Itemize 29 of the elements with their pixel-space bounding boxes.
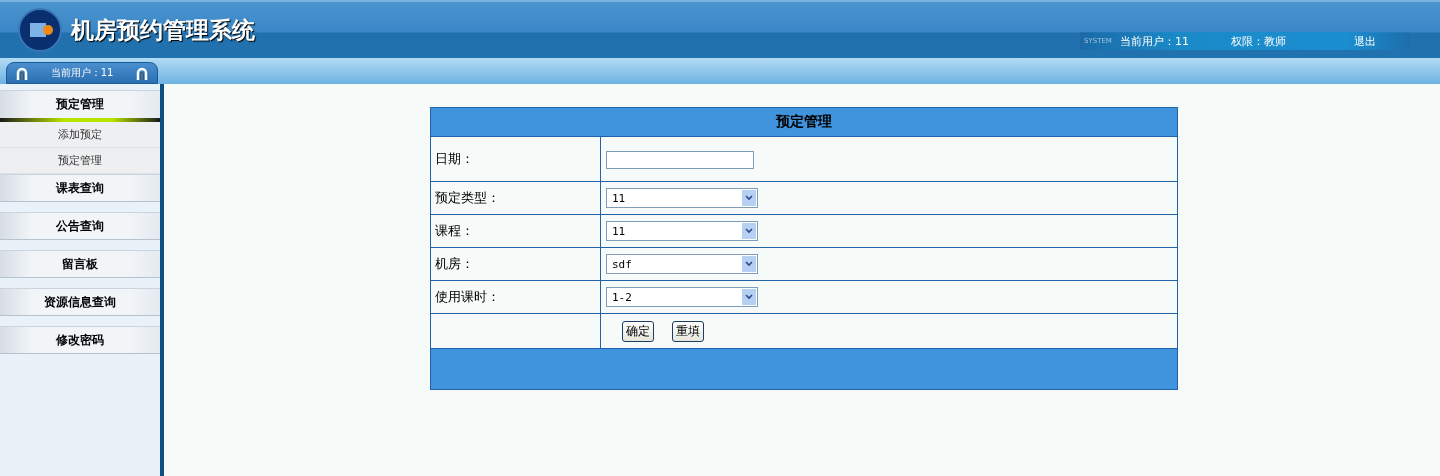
sidebar-group-header[interactable]: 预定管理 [0, 90, 160, 118]
form-button[interactable]: 重填 [672, 320, 704, 342]
current-user-text: 当前用户：11 [1119, 33, 1189, 49]
sidebar-item[interactable]: 添加预定 [0, 122, 160, 148]
sidebar-item[interactable]: 预定管理 [0, 148, 160, 174]
sidebar-group-header[interactable]: 课表查询 [0, 174, 160, 202]
form-button[interactable]: 确定 [622, 320, 654, 342]
ring-icon [135, 66, 149, 80]
role-text: 权限：教师 [1230, 33, 1286, 49]
app-title: 机房预约管理系统 [71, 15, 255, 45]
field-label: 机房： [430, 247, 601, 281]
sidebar-group-header[interactable]: 资源信息查询 [0, 288, 160, 316]
logout-link[interactable]: 退出 [1353, 33, 1376, 49]
sidebar-group-header[interactable]: 留言板 [0, 250, 160, 278]
sidebar-group-header[interactable]: 公告查询 [0, 212, 160, 240]
select-dropdown[interactable]: 11 [606, 188, 758, 208]
sidebar-group-header[interactable]: 修改密码 [0, 326, 160, 354]
ring-icon [15, 66, 29, 80]
date-input[interactable] [606, 150, 754, 169]
field-label: 预定类型： [430, 181, 601, 215]
select-dropdown[interactable]: 11 [606, 221, 758, 241]
logo-icon [17, 7, 63, 53]
field-label: 课程： [430, 214, 601, 248]
field-label: 日期： [430, 136, 601, 182]
field-label: 使用课时： [430, 280, 601, 314]
select-dropdown[interactable]: 1-2 [606, 287, 758, 307]
form-title: 预定管理 [430, 107, 1178, 137]
select-dropdown[interactable]: sdf [606, 254, 758, 274]
current-user-label: 当前用户：11 [50, 66, 114, 80]
